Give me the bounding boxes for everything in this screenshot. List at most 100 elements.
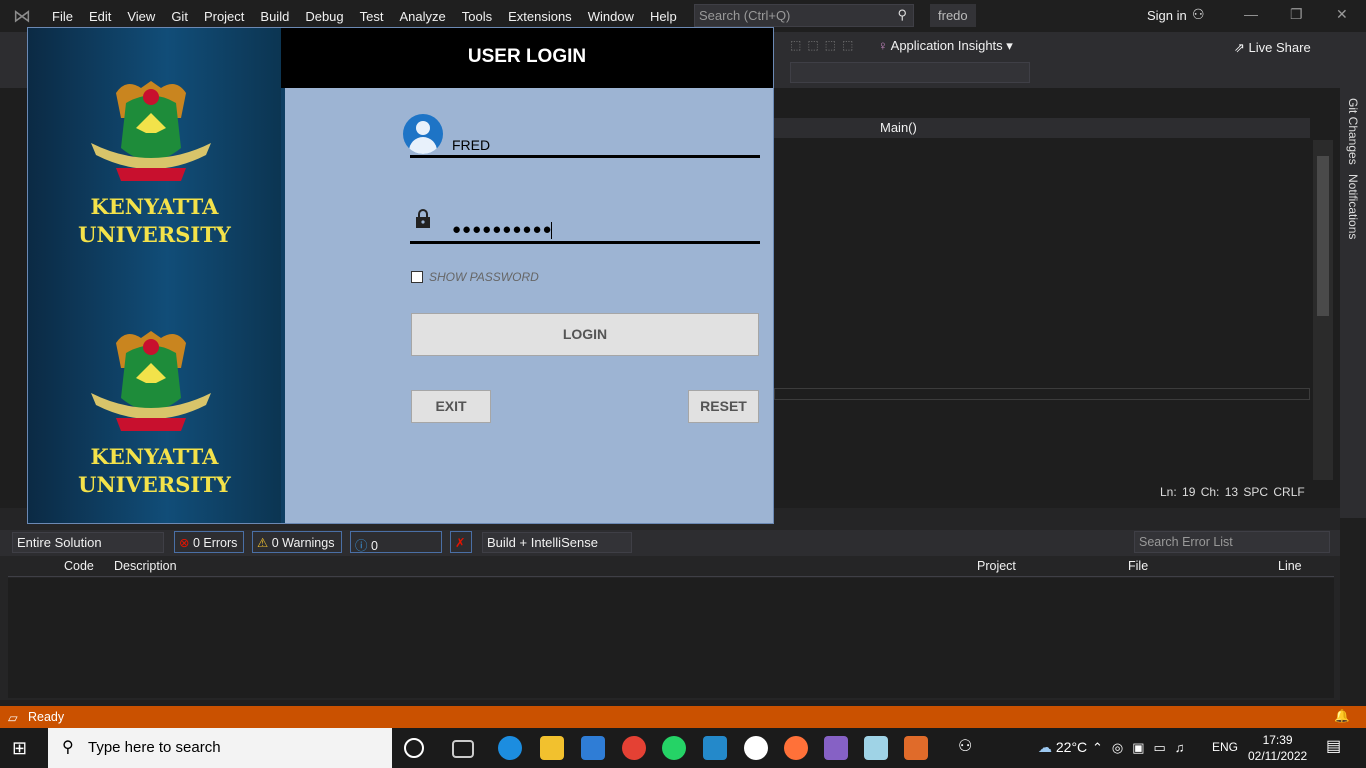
whatsapp-icon[interactable]	[662, 736, 686, 760]
exit-button[interactable]: EXIT	[411, 390, 491, 423]
menu-tools[interactable]: Tools	[454, 9, 500, 24]
warnings-filter-button[interactable]: ⚠ 0 Warnings	[252, 531, 342, 553]
lightbulb-icon: ♀	[878, 38, 888, 53]
col-file[interactable]: File	[1128, 559, 1148, 573]
menu-build[interactable]: Build	[252, 9, 297, 24]
password-underline	[410, 241, 760, 244]
editor-nav-bar[interactable]: Main()	[774, 118, 1310, 138]
system-tray-icons[interactable]: ⌃◎▣▭♫	[1092, 740, 1212, 764]
menu-help[interactable]: Help	[642, 9, 685, 24]
people-icon[interactable]: ⚇	[958, 736, 982, 760]
col-code[interactable]: Code	[64, 559, 94, 573]
login-button[interactable]: LOGIN	[411, 313, 759, 356]
sign-in-link[interactable]: Sign in	[1147, 8, 1187, 23]
university-name-bottom: KENYATTA UNIVERSITY	[28, 443, 281, 499]
menu-edit[interactable]: Edit	[81, 9, 119, 24]
menu-window[interactable]: Window	[580, 9, 642, 24]
text-caret	[551, 222, 552, 239]
application-insights-button[interactable]: ♀ Application Insights ▾	[878, 38, 1013, 54]
method-dropdown[interactable]: Main()	[880, 120, 917, 135]
error-list-search-input[interactable]: Search Error List	[1134, 531, 1330, 553]
messages-filter-button[interactable]: ⓘ 0 Messages	[350, 531, 442, 568]
menu-view[interactable]: View	[119, 9, 163, 24]
error-list-header: Code Description Project File Line	[8, 556, 1334, 577]
application-insights-label: Application Insights	[890, 38, 1003, 53]
bell-icon[interactable]: 🔔	[1334, 709, 1350, 724]
password-field[interactable]: ●●●●●●●●●●	[452, 221, 553, 238]
lock-icon	[416, 209, 430, 228]
menu-debug[interactable]: Debug	[297, 9, 351, 24]
winforms-app-icon[interactable]	[904, 736, 928, 760]
col-line[interactable]: Line	[1278, 559, 1302, 573]
person-add-icon[interactable]: ⚇	[1192, 6, 1205, 23]
warnings-count: 0 Warnings	[271, 536, 335, 550]
close-icon[interactable]: ✕	[1336, 6, 1348, 23]
restore-icon[interactable]: ❐	[1290, 6, 1303, 23]
clock-date: 02/11/2022	[1248, 749, 1308, 763]
app-w-icon[interactable]	[744, 736, 768, 760]
errors-filter-button[interactable]: ⊗ 0 Errors	[174, 531, 244, 553]
toolbar-icons: ⬚⬚⬚⬚	[790, 38, 860, 52]
menu-extensions[interactable]: Extensions	[500, 9, 580, 24]
error-list-body	[8, 578, 1334, 698]
username-field[interactable]: FRED	[452, 137, 490, 153]
login-window: KENYATTA UNIVERSITY KENYATTA UNIVERSITY US…	[27, 27, 774, 524]
menu-git[interactable]: Git	[163, 9, 196, 24]
vs-status-bar: ▱ Ready 🔔	[0, 706, 1366, 728]
university-crest-icon	[91, 331, 211, 431]
taskbar-search-placeholder: Type here to search	[88, 739, 221, 756]
visual-studio-icon[interactable]	[824, 736, 848, 760]
col-description[interactable]: Description	[114, 559, 177, 573]
username-underline	[410, 155, 760, 158]
chrome-icon[interactable]	[622, 736, 646, 760]
scope-dropdown[interactable]: Entire Solution	[12, 532, 164, 553]
action-center-icon[interactable]: ▤	[1326, 736, 1350, 760]
menu-analyze[interactable]: Analyze	[391, 9, 453, 24]
status-icon: ▱	[8, 711, 18, 725]
build-filter-dropdown[interactable]: Build + IntelliSense	[482, 532, 632, 553]
clock-time: 17:39	[1262, 733, 1293, 747]
menu-file[interactable]: File	[44, 9, 81, 24]
firefox-icon[interactable]	[784, 736, 808, 760]
windows-start-icon[interactable]: ⊞	[12, 738, 27, 759]
branding-panel: KENYATTA UNIVERSITY KENYATTA UNIVERSITY	[28, 28, 281, 523]
notifications-tab[interactable]: Notifications	[1346, 174, 1360, 239]
weather-temp: 22°C	[1055, 739, 1088, 755]
show-password-checkbox[interactable]	[411, 271, 423, 283]
side-tab-strip: Git Changes Notifications	[1340, 88, 1366, 518]
weather-widget[interactable]: ☁ 22°C	[1038, 739, 1087, 756]
mail-icon[interactable]	[581, 736, 605, 760]
menu-project[interactable]: Project	[196, 9, 252, 24]
language-indicator[interactable]: ENG	[1212, 740, 1238, 754]
university-name-line1: KENYATTA	[90, 194, 219, 219]
vscode-icon[interactable]	[703, 736, 727, 760]
vs-search-input[interactable]: Search (Ctrl+Q) ⚲	[694, 4, 914, 27]
task-view-icon[interactable]	[452, 740, 474, 758]
editor-scrollbar[interactable]	[1313, 140, 1333, 480]
taskbar-search-input[interactable]: ⚲ Type here to search	[48, 728, 392, 768]
live-share-label: Live Share	[1248, 40, 1311, 55]
user-avatar-icon	[403, 114, 443, 154]
taskbar-clock[interactable]: 17:39 02/11/2022	[1248, 732, 1307, 764]
vs-search-placeholder: Search (Ctrl+Q)	[699, 8, 791, 23]
reset-button[interactable]: RESET	[688, 390, 759, 423]
toolbar-combo[interactable]	[790, 62, 1030, 83]
cortana-icon[interactable]	[404, 738, 424, 758]
git-changes-tab[interactable]: Git Changes	[1346, 98, 1360, 165]
clear-filter-icon[interactable]: ✗	[450, 531, 472, 553]
edge-icon[interactable]	[498, 736, 522, 760]
col-project[interactable]: Project	[977, 559, 1016, 573]
scrollbar-thumb[interactable]	[1317, 156, 1329, 316]
error-search-placeholder: Search Error List	[1139, 535, 1233, 549]
info-icon: ⓘ	[355, 539, 368, 553]
solution-name-badge: fredo	[930, 4, 976, 27]
file-explorer-icon[interactable]	[540, 736, 564, 760]
menu-test[interactable]: Test	[352, 9, 392, 24]
university-crest-icon	[91, 81, 211, 181]
minimize-icon[interactable]: —	[1244, 6, 1258, 22]
show-password-label[interactable]: SHOW PASSWORD	[429, 270, 539, 284]
live-share-button[interactable]: ⇗ Live Share	[1234, 40, 1311, 56]
search-icon: ⚲	[897, 7, 907, 22]
app-tool-icon[interactable]	[864, 736, 888, 760]
scope-value: Entire Solution	[17, 535, 102, 550]
